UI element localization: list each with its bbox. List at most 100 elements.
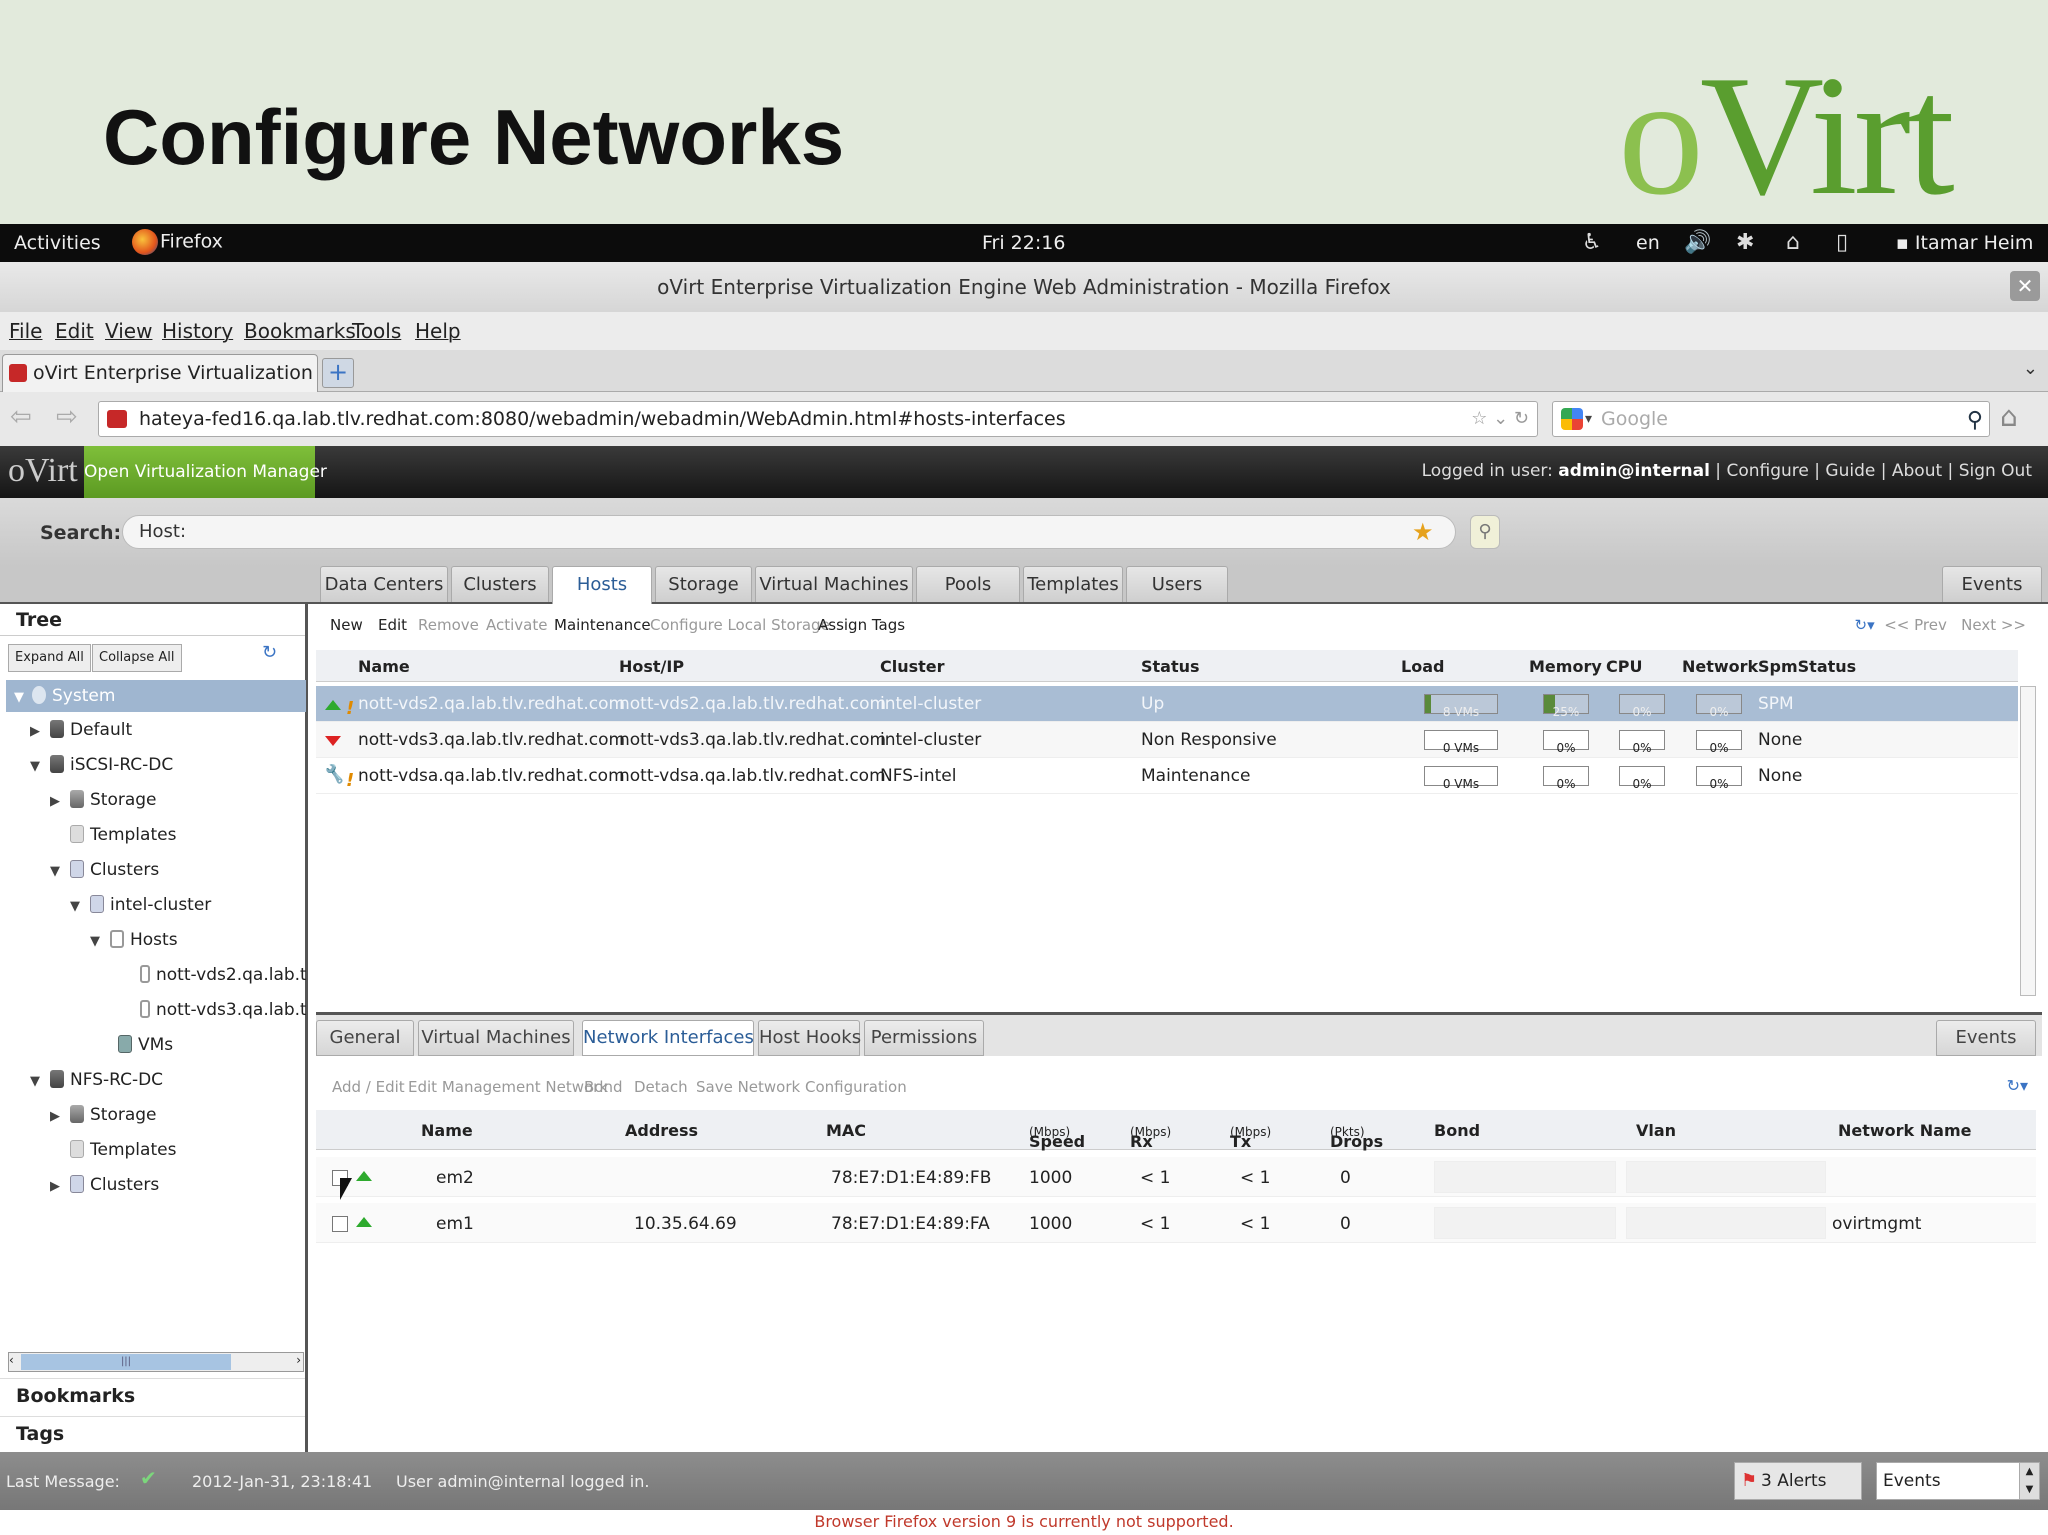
refresh-icon[interactable]: ↻ [262,642,277,663]
tab-templates[interactable]: Templates [1023,566,1123,602]
tree-item-system[interactable]: ▼ System [6,680,306,712]
tree-item-intel-cluster[interactable]: ▼ intel-cluster [70,891,306,919]
tab-permissions[interactable]: Permissions [864,1020,984,1056]
refresh-icon[interactable]: ↻▾ [1855,616,1875,634]
prev-page-link[interactable]: << Prev [1884,616,1947,634]
menu-view[interactable]: View [105,319,152,343]
tree-item-templates[interactable]: Templates [50,821,306,849]
tree-item-templates[interactable]: Templates [50,1136,306,1164]
col-spm-status[interactable]: SpmStatus [1758,657,1856,676]
tab-storage[interactable]: Storage [655,566,752,602]
tree-item-nfs-rc-dc[interactable]: ▼ NFS-RC-DC [30,1066,306,1094]
tree-item-host[interactable]: nott-vds2.qa.lab.tlv.r [120,961,306,989]
collapse-all-button[interactable]: Collapse All [92,644,182,672]
menu-history[interactable]: History [162,319,233,343]
tree-horizontal-scrollbar[interactable]: ‹ ||| › [8,1352,304,1372]
tree-item-clusters[interactable]: ▼ Clusters [50,856,306,884]
col-network[interactable]: Network [1682,657,1758,676]
col-mac[interactable]: MAC [826,1121,866,1140]
next-page-link[interactable]: Next >> [1961,616,2026,634]
alerts-button[interactable]: ⚑ 3 Alerts [1734,1462,1862,1500]
col-cluster[interactable]: Cluster [880,657,945,676]
col-bond[interactable]: Bond [1434,1121,1480,1140]
tab-general[interactable]: General [316,1020,414,1056]
bookmark-star-icon[interactable]: ☆ ⌄ ↻ [1471,402,1529,436]
tree-item-storage[interactable]: ▶ Storage [50,786,306,814]
col-drops[interactable]: Drops (Pkts) [1330,1121,1383,1151]
events-tab[interactable]: Events [1942,566,2042,602]
col-status[interactable]: Status [1141,657,1200,676]
forward-icon[interactable]: ⇨ [56,402,78,432]
col-name[interactable]: Name [421,1121,473,1140]
assign-tags-button[interactable]: Assign Tags [818,616,905,634]
bond-button[interactable]: Bond [584,1078,623,1096]
table-row[interactable]: nott-vds3.qa.lab.tlv.redhat.com nott-vds… [316,722,2018,758]
back-icon[interactable]: ⇦ [10,402,32,432]
refresh-icon[interactable]: ↻▾ [2007,1076,2028,1095]
new-host-button[interactable]: New [330,616,363,634]
user-menu[interactable]: ▪ Itamar Heim [1896,232,2033,254]
save-network-configuration-button[interactable]: Save Network Configuration [696,1078,907,1096]
url-bar[interactable]: hateya-fed16.qa.lab.tlv.redhat.com:8080/… [98,401,1538,437]
scroll-right-icon[interactable]: › [296,1353,301,1367]
col-load[interactable]: Load [1401,657,1444,676]
menu-help[interactable]: Help [415,319,461,343]
activate-host-button[interactable]: Activate [486,616,547,634]
web-search-box[interactable]: ▾ Google ⚲ [1552,401,1990,437]
maintenance-button[interactable]: Maintenance [554,616,651,634]
tab-virtual-machines[interactable]: Virtual Machines [755,566,913,602]
bluetooth-icon[interactable]: ✱ [1736,230,1754,255]
events-tab[interactable]: Events [1936,1020,2036,1056]
browser-tab[interactable]: oVirt Enterprise Virtualization E... [2,354,318,392]
tags-pane[interactable]: Tags [0,1416,305,1450]
col-memory[interactable]: Memory [1529,657,1602,676]
scroll-left-icon[interactable]: ‹ [9,1353,14,1367]
menu-tools[interactable]: Tools [352,319,401,343]
table-row[interactable]: 🔧! nott-vdsa.qa.lab.tlv.redhat.com nott-… [316,758,2018,794]
bookmark-star-icon[interactable]: ★ [1412,518,1434,546]
search-button[interactable]: ⚲ [1470,515,1500,549]
col-network-name[interactable]: Network Name [1838,1121,1971,1140]
clock[interactable]: Fri 22:16 [982,232,1065,254]
tree-item-hosts[interactable]: ▼ Hosts [90,926,306,954]
guide-link[interactable]: Guide [1825,461,1875,481]
scroll-thumb[interactable]: ||| [21,1354,231,1370]
menu-edit[interactable]: Edit [55,319,94,343]
tab-virtual-machines[interactable]: Virtual Machines [418,1020,574,1056]
bookmarks-pane[interactable]: Bookmarks [0,1378,305,1412]
configure-link[interactable]: Configure [1726,461,1808,481]
close-icon[interactable]: ✕ [2010,271,2040,301]
events-select[interactable]: Events ▲ ▼ [1876,1462,2040,1500]
col-name[interactable]: Name [358,657,410,676]
spinner-icon[interactable]: ▲ ▼ [2019,1463,2039,1499]
battery-icon[interactable]: ▯ [1836,230,1848,255]
network-icon[interactable]: ⌂ [1786,230,1800,255]
hosts-vertical-scrollbar[interactable] [2020,686,2036,996]
col-address[interactable]: Address [625,1121,698,1140]
search-icon[interactable]: ⚲ [1967,404,1983,438]
col-host-ip[interactable]: Host/IP [619,657,684,676]
about-link[interactable]: About [1892,461,1942,481]
remove-host-button[interactable]: Remove [418,616,479,634]
edit-host-button[interactable]: Edit [378,616,407,634]
menu-file[interactable]: File [9,319,42,343]
row-checkbox[interactable] [332,1216,348,1232]
sign-out-link[interactable]: Sign Out [1959,461,2032,481]
tab-data-centers[interactable]: Data Centers [320,566,448,602]
tree-item-vms[interactable]: VMs [98,1031,306,1059]
tree-item-host[interactable]: nott-vds3.qa.lab.tlv.r [120,996,306,1024]
tree-item-default[interactable]: ▶ Default [30,716,306,744]
col-vlan[interactable]: Vlan [1636,1121,1676,1140]
table-row[interactable]: ! nott-vds2.qa.lab.tlv.redhat.com nott-v… [316,686,2018,722]
table-row[interactable]: em2 78:E7:D1:E4:89:FB 1000 < 1 < 1 0 [316,1157,2036,1197]
activities-button[interactable]: Activities [14,232,101,254]
expand-all-button[interactable]: Expand All [8,644,91,672]
add-edit-button[interactable]: Add / Edit [332,1078,405,1096]
keyboard-layout[interactable]: en [1636,232,1660,254]
tab-hosts[interactable]: Hosts [552,566,652,604]
new-tab-button[interactable]: + [322,358,354,388]
tab-users[interactable]: Users [1126,566,1228,602]
tree-item-storage[interactable]: ▶ Storage [50,1101,306,1129]
col-rx[interactable]: Rx (Mbps) [1130,1121,1171,1151]
tab-list-chevron-icon[interactable]: ⌄ [2023,358,2038,379]
